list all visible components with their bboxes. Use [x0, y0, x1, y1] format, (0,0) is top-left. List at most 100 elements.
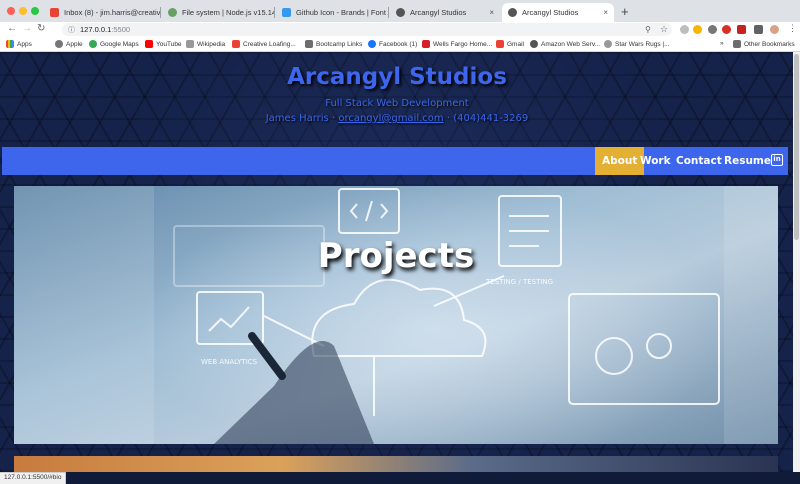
- address-bar[interactable]: ⓘ 127.0.0.1:5500: [62, 23, 672, 36]
- bookmark-item[interactable]: Apps: [6, 40, 32, 48]
- bookmark-label: Wikipedia: [197, 40, 226, 48]
- youtube-icon: [145, 40, 153, 48]
- bookmark-item[interactable]: Creative Loafing...: [232, 40, 296, 48]
- extension-icon[interactable]: [708, 25, 717, 34]
- browser-tab[interactable]: Github Icon - Brands | Font Aw ×: [276, 3, 388, 22]
- nodejs-icon: [168, 8, 177, 17]
- hero-banner: WEB ANALYTICS TESTING / TESTING Projects: [14, 186, 778, 444]
- bookmark-item[interactable]: Other Bookmarks: [733, 40, 795, 48]
- minimize-window-button[interactable]: [19, 7, 27, 15]
- email-link[interactable]: orcangyl@gmail.com: [338, 113, 443, 124]
- bookmark-item[interactable]: Wikipedia: [186, 40, 225, 48]
- close-tab-icon[interactable]: ×: [599, 8, 608, 17]
- bookmark-item[interactable]: Star Wars Rugs |...: [604, 40, 670, 48]
- bookmark-label: Bootcamp Links: [316, 40, 363, 48]
- contact-name: James Harris: [265, 113, 329, 124]
- site-tagline: Full Stack Web Development: [325, 98, 469, 109]
- hero-title: Projects: [317, 236, 475, 276]
- browser-tab[interactable]: File system | Node.js v15.14.0 ×: [162, 3, 274, 22]
- tab-title: Inbox (8) - jim.harris@creativ: [64, 8, 160, 17]
- linkedin-icon[interactable]: in: [771, 154, 783, 166]
- scrollbar-thumb[interactable]: [794, 54, 799, 240]
- browser-tab[interactable]: Arcangyl Studios ×: [390, 3, 500, 22]
- bookmark-star-icon[interactable]: ☆: [660, 24, 668, 35]
- close-window-button[interactable]: [7, 7, 15, 15]
- url-port: :5500: [111, 25, 131, 34]
- illustration-label: TESTING / TESTING: [485, 278, 553, 286]
- bookmark-item[interactable]: YouTube: [145, 40, 182, 48]
- next-section-preview: [14, 456, 778, 472]
- bookmarks-overflow[interactable]: »: [720, 40, 724, 47]
- close-tab-icon[interactable]: ×: [485, 8, 494, 17]
- bookmark-item[interactable]: Apple: [55, 40, 83, 48]
- tab-title: Github Icon - Brands | Font Aw: [296, 8, 388, 17]
- status-bar: 127.0.0.1:5500/#bio: [0, 472, 67, 484]
- google-maps-icon: [89, 40, 97, 48]
- browser-tab[interactable]: Inbox (8) - jim.harris@creativ ×: [44, 3, 160, 22]
- browser-toolbar: ← → ↻ ⓘ 127.0.0.1:5500 ⚲ ☆ ⋮: [0, 22, 800, 37]
- gmail-icon: [496, 40, 504, 48]
- extension-icon[interactable]: [722, 25, 731, 34]
- site-header: Arcangyl Studios Full Stack Web Developm…: [0, 64, 794, 124]
- phone-number: (404)441-3269: [453, 113, 529, 124]
- bookmark-item[interactable]: Gmail: [496, 40, 524, 48]
- bookmark-label: Wells Fargo Home...: [433, 40, 493, 48]
- nav-resume[interactable]: Resume: [717, 147, 778, 175]
- apple-icon: [55, 40, 63, 48]
- maximize-window-button[interactable]: [31, 7, 39, 15]
- bookmark-label: YouTube: [156, 40, 182, 48]
- chevron-double-icon: »: [720, 40, 724, 47]
- site-icon: [508, 8, 517, 17]
- bookmark-label: Star Wars Rugs |...: [615, 40, 670, 48]
- page-scrollbar[interactable]: [793, 52, 800, 472]
- tab-title: Arcangyl Studios: [410, 8, 467, 17]
- gmail-icon: [232, 40, 240, 48]
- puzzle-icon[interactable]: [754, 25, 763, 34]
- website-icon: [604, 40, 612, 48]
- tab-divider: [388, 7, 389, 18]
- bookmark-label: Amazon Web Serv...: [541, 40, 601, 48]
- search-icon[interactable]: ⚲: [645, 25, 651, 34]
- folder-icon: [305, 40, 313, 48]
- illustration-label: WEB ANALYTICS: [201, 358, 258, 366]
- bookmark-item[interactable]: Google Maps: [89, 40, 139, 48]
- forward-arrow-icon[interactable]: →: [22, 23, 32, 34]
- facebook-icon: [368, 40, 376, 48]
- wells-fargo-icon: [422, 40, 430, 48]
- apps-grid-icon: [6, 40, 14, 48]
- bookmark-item[interactable]: Bootcamp Links: [305, 40, 362, 48]
- browser-tab-active[interactable]: Arcangyl Studios ×: [502, 3, 614, 22]
- reload-icon[interactable]: ↻: [37, 23, 45, 34]
- site-icon: [396, 8, 405, 17]
- bookmark-label: Other Bookmarks: [744, 40, 795, 48]
- back-arrow-icon[interactable]: ←: [7, 23, 17, 34]
- bookmark-label: Creative Loafing...: [243, 40, 296, 48]
- bookmark-item[interactable]: Facebook (1): [368, 40, 417, 48]
- info-icon[interactable]: ⓘ: [68, 25, 75, 35]
- technology-illustration: WEB ANALYTICS TESTING / TESTING: [14, 186, 778, 444]
- contact-line: James Harris · orcangyl@gmail.com · (404…: [0, 113, 794, 124]
- font-awesome-icon: [282, 8, 291, 17]
- extension-icon[interactable]: [693, 25, 702, 34]
- extension-icon[interactable]: [680, 25, 689, 34]
- bookmark-label: Google Maps: [100, 40, 139, 48]
- separator: ·: [446, 113, 451, 124]
- gmail-icon: [50, 8, 59, 17]
- new-tab-button[interactable]: +: [621, 4, 629, 19]
- bookmark-label: Apple: [66, 40, 83, 48]
- menu-icon[interactable]: ⋮: [788, 23, 797, 34]
- url-host: 127.0.0.1: [80, 25, 112, 34]
- extension-icon[interactable]: [737, 25, 746, 34]
- separator: ·: [331, 113, 336, 124]
- bookmark-item[interactable]: Wells Fargo Home...: [422, 40, 492, 48]
- tab-divider: [160, 7, 161, 18]
- bookmark-item[interactable]: Amazon Web Serv...: [530, 40, 600, 48]
- page-viewport: Arcangyl Studios Full Stack Web Developm…: [0, 52, 800, 472]
- site-navbar: About Work Contact Resume in: [2, 147, 788, 175]
- bookmark-label: Apps: [17, 40, 32, 48]
- bookmark-label: Gmail: [507, 40, 524, 48]
- browser-tab-strip: Inbox (8) - jim.harris@creativ × File sy…: [0, 0, 800, 22]
- avatar[interactable]: [770, 25, 779, 34]
- bookmark-label: Facebook (1): [379, 40, 418, 48]
- tab-divider: [274, 7, 275, 18]
